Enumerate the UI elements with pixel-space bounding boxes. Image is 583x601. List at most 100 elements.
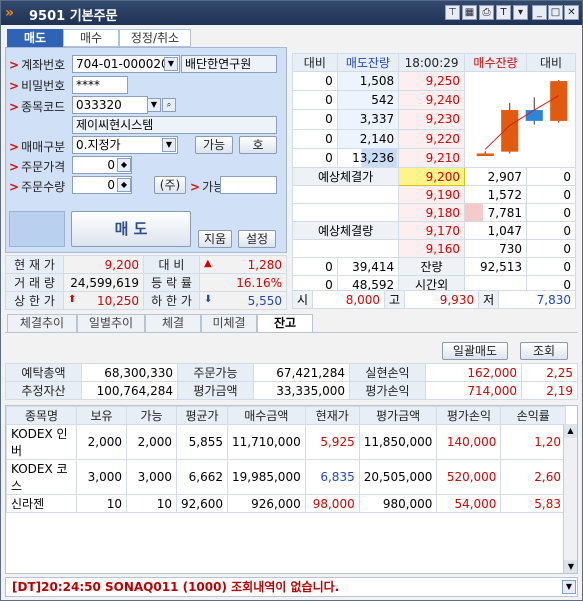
orderbook-table: 대비 매도잔량 18:00:29 매수잔량 대비 0 1,508 9,250 0 54… [291, 53, 577, 294]
bid-price[interactable]: 9,160 [398, 239, 465, 258]
bid-row: 9,160 730 0 [291, 239, 576, 258]
qty-available-value [220, 176, 277, 194]
low-price: 7,830 [498, 290, 576, 309]
mini-candlestick-chart [476, 80, 568, 156]
stock-name: 제이씨현시스템 [72, 116, 277, 134]
bid-price[interactable]: 9,170 [398, 221, 465, 240]
stock-code-input[interactable]: 033320 [72, 96, 148, 114]
bid-price[interactable]: 9,180 [398, 203, 465, 222]
stock-unit-button[interactable]: (주) [154, 176, 186, 194]
maximize-icon[interactable]: □ [548, 5, 563, 20]
upper-limit-label: 상 한 가 [5, 291, 64, 310]
scroll-down-icon[interactable]: ▼ [564, 560, 577, 573]
expected-qty-label: 예상체결량 [291, 221, 400, 240]
ask-price[interactable]: 9,230 [398, 109, 465, 130]
bid-row: 9,180 7,781 0 [291, 203, 576, 222]
password-label: 비밀번호 [9, 77, 65, 94]
order-type-dropdown-icon[interactable]: ▼ [162, 138, 176, 152]
candle-body [550, 81, 568, 121]
summary-row: 거 래 량 24,599,619 등 락 률 16.16% [5, 273, 287, 292]
time-header: 18:00:29 [398, 53, 465, 72]
diff-header: 대비 [526, 53, 576, 72]
help-icon[interactable]: ▾ [513, 5, 528, 20]
price-summary-table: 현 재 가 9,200 대 비 ▲ 1,280 거 래 량 24,599,619 … [5, 255, 287, 310]
pin-icon[interactable]: ⊤ [445, 5, 460, 20]
tab-trade-trend[interactable]: 체결추이 [7, 314, 77, 333]
limit-down-icon: ⬇ [204, 293, 213, 305]
tab-balance[interactable]: 잔고 [257, 314, 313, 333]
app-logo-icon: » [5, 5, 15, 21]
quote-button[interactable]: 호 [239, 136, 277, 154]
account-name: 배단한연구원 [181, 55, 277, 73]
lower-limit-label: 하 한 가 [143, 291, 200, 310]
ask-price[interactable]: 9,220 [398, 128, 465, 149]
scroll-up-icon[interactable]: ▲ [564, 424, 577, 438]
quantity-label: 주문수량 [9, 178, 65, 195]
close-icon[interactable]: ✕ [564, 5, 579, 20]
tab-daily-trend[interactable]: 일별추이 [77, 314, 145, 333]
ask-price[interactable]: 9,240 [398, 90, 465, 111]
ask-row: 0 1,508 9,250 [292, 70, 577, 168]
table-row[interactable]: KODEX 코스 3,000 3,000 6,662 19,985,000 6,835 20… [6, 459, 566, 495]
tab-sell[interactable]: 매도 [7, 29, 63, 47]
quantity-stepper-icon[interactable]: ◆ [117, 178, 131, 192]
balance-row: 추정자산 100,764,284 평가금액 33,335,000 평가손익 714,0… [5, 381, 578, 400]
stock-dropdown-icon[interactable]: ▼ [147, 98, 161, 112]
high-price: 9,930 [404, 290, 480, 309]
text-icon[interactable]: T [496, 5, 511, 20]
status-dropdown-icon[interactable]: ▼ [562, 580, 576, 594]
bid-row: 예상체결량 9,170 1,047 0 [291, 221, 576, 240]
balance-row: 예탁총액 68,300,330 주문가능 67,421,284 실현손익 162,00… [5, 363, 578, 382]
change-rate-label: 등 락 률 [143, 273, 200, 292]
ohl-table: 시 8,000 고 9,930 저 7,830 [291, 290, 576, 309]
inquiry-button[interactable]: 조회 [520, 342, 568, 360]
change-value: ▲ 1,280 [199, 255, 287, 274]
price-label: 주문가격 [9, 158, 65, 175]
summary-row: 상 한 가 ⬆ 10,250 하 한 가 ⬇ 5,550 [5, 291, 287, 310]
limit-up-icon: ⬆ [68, 293, 77, 305]
grid-icon[interactable]: ▦ [462, 5, 477, 20]
change-label: 대 비 [143, 255, 200, 274]
setting-button[interactable]: 설정 [238, 230, 276, 248]
ask-price[interactable]: 9,250 [398, 70, 465, 92]
candle-body [476, 153, 494, 156]
lower-limit-value: ⬇ 5,550 [199, 291, 287, 310]
ask-price[interactable]: 9,210 [398, 147, 465, 169]
current-price-label: 현 재 가 [5, 255, 64, 274]
orderbook-header: 대비 매도잔량 18:00:29 매수잔량 대비 [292, 53, 576, 72]
tab-buy[interactable]: 매수 [63, 29, 119, 47]
minimize-icon[interactable]: _ [532, 5, 547, 20]
ask-qty-header: 매도잔량 [336, 53, 400, 72]
current-price-value: 9,200 [63, 255, 144, 274]
tab-modify-cancel[interactable]: 정정/취소 [119, 29, 191, 47]
clear-button[interactable]: 지움 [198, 230, 232, 248]
window-title: 9501 기본주문 [29, 9, 118, 24]
bid-row: 9,190 1,572 0 [291, 185, 576, 204]
tab-unfilled[interactable]: 미체결 [201, 314, 257, 333]
up-arrow-icon: ▲ [204, 257, 212, 269]
password-input[interactable]: **** [72, 76, 128, 94]
order-type-label: 매매구분 [9, 138, 65, 155]
available-button[interactable]: 가능 [195, 136, 233, 154]
sell-all-button[interactable]: 일괄매도 [442, 342, 508, 360]
volume-label: 거 래 량 [5, 273, 64, 292]
bid-price[interactable]: 9,190 [398, 185, 465, 204]
table-row[interactable]: 신라젠 10 10 92,600 926,000 98,000 980,000 54,000 5… [6, 494, 566, 513]
search-icon[interactable]: ⌕ [162, 98, 176, 112]
bid-price-current[interactable]: 9,200 [398, 167, 465, 186]
expected-price-label: 예상체결가 [291, 167, 400, 186]
tab-executions[interactable]: 체결 [145, 314, 201, 333]
print-icon[interactable]: ⎙ [479, 5, 494, 20]
price-stepper-icon[interactable]: ◆ [117, 158, 131, 172]
account-dropdown-icon[interactable]: ▼ [164, 57, 178, 71]
table-row[interactable]: KODEX 인버 2,000 2,000 5,855 11,710,000 5,925 11… [6, 424, 566, 460]
tab-divider [5, 332, 578, 333]
order-image-area [9, 211, 65, 247]
moving-average-line [484, 95, 559, 150]
sell-button[interactable]: 매 도 [71, 211, 191, 247]
bid-row: 예상체결가 9,200 2,907 0 [291, 167, 576, 186]
holdings-table: 종목명 보유 가능 평균가 매수금액 현재가 평가금액 평가손익 손익률 KODEX 인… [6, 406, 566, 513]
status-message: [DT]20:24:50 SONAQ011 (1000) 조회내역이 없습니다. [5, 577, 578, 597]
upper-limit-value: ⬆ 10,250 [63, 291, 144, 310]
vertical-scrollbar[interactable]: ▲ ▼ [563, 424, 577, 573]
